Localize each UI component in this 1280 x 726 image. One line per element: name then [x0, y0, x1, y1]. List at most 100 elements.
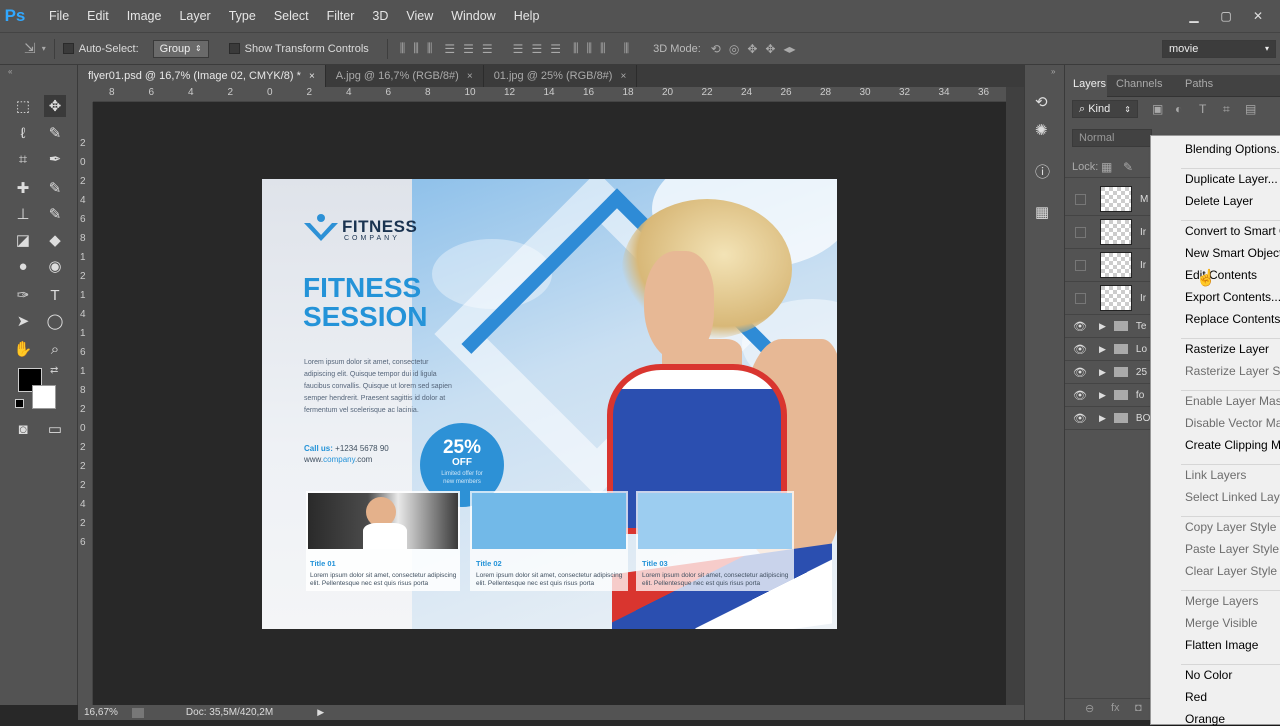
3d-roll-icon[interactable]: ◎ — [729, 42, 739, 56]
lasso-tool-icon[interactable]: ℓ — [12, 122, 34, 144]
context-menu-item[interactable]: Flatten Image — [1185, 638, 1258, 652]
close-tab-icon[interactable]: × — [467, 71, 473, 82]
info-panel-icon[interactable]: ⓘ — [1035, 161, 1050, 182]
status-menu-arrow-icon[interactable]: ▶ — [317, 707, 324, 718]
path-selection-tool-icon[interactable]: ➤ — [12, 310, 34, 332]
filter-adjustment-icon[interactable]: ◐ — [1175, 102, 1182, 116]
expand-group-icon[interactable]: ▶ — [1099, 321, 1106, 332]
visibility-eye-icon[interactable]: 👁 — [1073, 389, 1087, 402]
quick-select-tool-icon[interactable]: ✎ — [44, 122, 66, 144]
flyer-document[interactable]: FITNESS COMPANY FITNESS SESSION Lorem ip… — [262, 179, 837, 629]
auto-select-checkbox[interactable]: Auto-Select: — [62, 43, 139, 55]
brush-presets-panel-icon[interactable]: ✺ — [1035, 121, 1048, 139]
visibility-toggle[interactable] — [1075, 193, 1086, 205]
pen-tool-icon[interactable]: ✑ — [12, 284, 34, 306]
collapse-tools-icon[interactable]: « — [8, 67, 12, 76]
move-tool-icon[interactable]: ⇲ — [24, 40, 36, 57]
context-menu-item[interactable]: Create Clipping Mask — [1185, 438, 1280, 452]
healing-brush-tool-icon[interactable]: ✚ — [12, 177, 34, 199]
distribute-vcenter-icon[interactable]: ☰ — [531, 42, 542, 56]
zoom-tool-icon[interactable]: ⌕ — [44, 338, 66, 360]
tab-channels[interactable]: Channels — [1116, 78, 1162, 90]
screen-mode-icon[interactable]: ▭ — [44, 418, 66, 440]
brush-tool-icon[interactable]: ✎ — [44, 177, 66, 199]
context-menu-item[interactable]: Red — [1185, 690, 1207, 704]
context-menu-item[interactable]: New Smart Object via Copy — [1185, 246, 1280, 260]
close-tab-icon[interactable]: × — [620, 71, 626, 82]
3d-scale-icon[interactable]: ◂▸ — [783, 42, 795, 56]
expand-group-icon[interactable]: ▶ — [1099, 390, 1106, 401]
zoom-level[interactable]: 16,67% — [84, 707, 118, 718]
eraser-tool-icon[interactable]: ◪ — [12, 229, 34, 251]
menu-help[interactable]: Help — [505, 0, 549, 32]
expand-group-icon[interactable]: ▶ — [1099, 413, 1106, 424]
tool-preset-chevron-icon[interactable]: ▾ — [42, 44, 46, 53]
context-menu-item[interactable]: Replace Contents... — [1185, 312, 1280, 326]
lock-pixels-icon[interactable]: ✎ — [1123, 160, 1133, 174]
context-menu-item[interactable]: No Color — [1185, 668, 1232, 682]
document-tab[interactable]: 01.jpg @ 25% (RGB/8#) × — [483, 65, 638, 87]
move-tool-icon[interactable]: ✥ — [44, 95, 66, 117]
default-colors-icon[interactable] — [15, 399, 24, 408]
quick-mask-icon[interactable]: ◙ — [12, 418, 34, 440]
tab-paths[interactable]: Paths — [1185, 78, 1213, 90]
close-tab-icon[interactable]: × — [309, 71, 315, 82]
visibility-eye-icon[interactable]: 👁 — [1073, 412, 1087, 425]
align-top-icon[interactable]: ⫼ — [400, 41, 406, 56]
document-tab[interactable]: flyer01.psd @ 16,7% (Image 02, CMYK/8) *… — [78, 65, 326, 87]
lock-transparency-icon[interactable]: ▦ — [1101, 160, 1112, 174]
auto-align-icon[interactable]: ⫼ — [624, 41, 630, 56]
status-info-icon[interactable] — [131, 707, 144, 718]
swap-colors-icon[interactable]: ⇄ — [50, 365, 58, 376]
hand-tool-icon[interactable]: ✋ — [12, 338, 34, 360]
link-layers-icon[interactable]: ⊖ — [1085, 702, 1094, 715]
align-right-icon[interactable]: ☰ — [482, 42, 493, 56]
align-hcenter-icon[interactable]: ☰ — [463, 42, 474, 56]
adjustments-panel-icon[interactable]: ▦ — [1035, 203, 1049, 221]
menu-file[interactable]: File — [40, 0, 78, 32]
document-tab[interactable]: A.jpg @ 16,7% (RGB/8#) × — [325, 65, 484, 87]
align-left-icon[interactable]: ☰ — [444, 42, 455, 56]
show-transform-checkbox[interactable]: Show Transform Controls — [228, 43, 369, 55]
align-bottom-icon[interactable]: ⫼ — [427, 41, 433, 56]
expand-group-icon[interactable]: ▶ — [1099, 367, 1106, 378]
filter-type-icon[interactable]: T — [1199, 102, 1206, 116]
expand-group-icon[interactable]: ▶ — [1099, 344, 1106, 355]
close-icon[interactable]: ✕ — [1242, 5, 1274, 27]
menu-image[interactable]: Image — [118, 0, 171, 32]
add-mask-icon[interactable]: ◘ — [1135, 702, 1142, 714]
distribute-bottom-icon[interactable]: ☰ — [550, 42, 561, 56]
visibility-eye-icon[interactable]: 👁 — [1073, 366, 1087, 379]
align-vcenter-icon[interactable]: ⫼ — [413, 41, 419, 56]
distribute-top-icon[interactable]: ☰ — [513, 42, 524, 56]
kind-filter-dropdown[interactable]: ⌕ Kind ⇕ — [1072, 100, 1138, 118]
auto-select-dropdown[interactable]: Group ⇕ — [152, 39, 209, 58]
crop-tool-icon[interactable]: ⌗ — [12, 148, 34, 170]
context-menu-item[interactable]: Rasterize Layer — [1185, 342, 1269, 356]
menu-edit[interactable]: Edit — [78, 0, 118, 32]
menu-select[interactable]: Select — [265, 0, 318, 32]
type-tool-icon[interactable]: T — [44, 284, 66, 306]
context-menu-item[interactable]: Export Contents... — [1185, 290, 1280, 304]
distribute-left-icon[interactable]: ⫼ — [573, 41, 579, 56]
distribute-hcenter-icon[interactable]: ⫼ — [587, 41, 593, 56]
context-menu-item[interactable]: Blending Options... — [1185, 142, 1280, 156]
visibility-toggle[interactable] — [1075, 226, 1086, 238]
history-panel-icon[interactable]: ⟲ — [1035, 93, 1048, 111]
paint-bucket-tool-icon[interactable]: ◆ — [44, 229, 66, 251]
menu-3d[interactable]: 3D — [363, 0, 397, 32]
collapse-strip-icon[interactable]: » — [1051, 67, 1055, 76]
visibility-eye-icon[interactable]: 👁 — [1073, 343, 1087, 356]
filter-smart-icon[interactable]: ▤ — [1245, 102, 1256, 116]
visibility-toggle[interactable] — [1075, 292, 1086, 304]
ruler-origin[interactable] — [78, 87, 93, 102]
menu-window[interactable]: Window — [442, 0, 504, 32]
minimize-icon[interactable]: ▁ — [1178, 5, 1210, 27]
context-menu-item[interactable]: Delete Layer — [1185, 194, 1253, 208]
clone-stamp-tool-icon[interactable]: ⊥ — [12, 203, 34, 225]
context-menu-item[interactable]: Orange — [1185, 712, 1225, 726]
ellipse-tool-icon[interactable]: ◯ — [44, 310, 66, 332]
menu-filter[interactable]: Filter — [318, 0, 364, 32]
maximize-icon[interactable]: ▢ — [1210, 5, 1242, 27]
background-color-swatch[interactable] — [32, 385, 56, 409]
